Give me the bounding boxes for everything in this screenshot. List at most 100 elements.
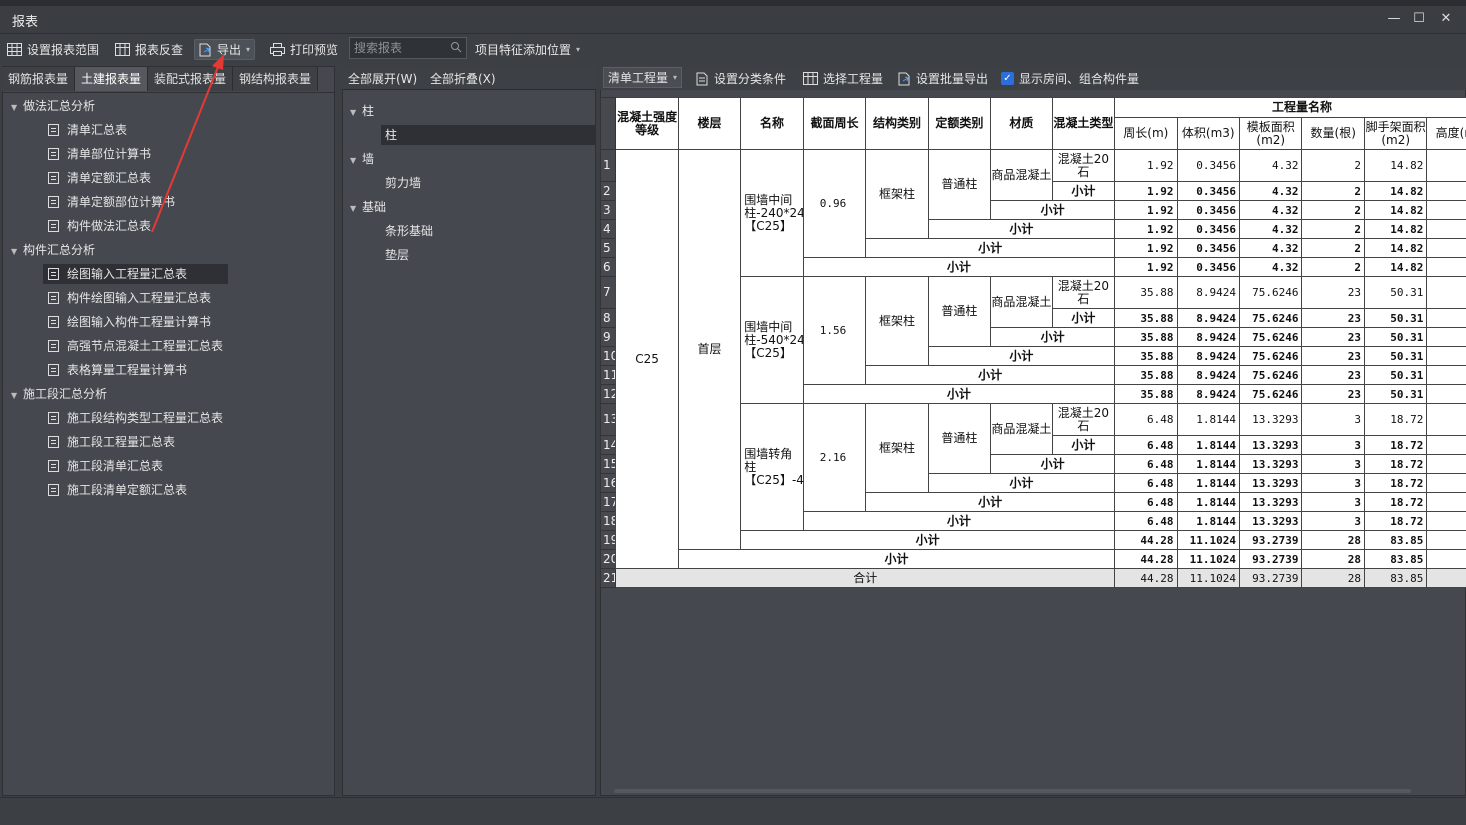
search-input[interactable]: 搜索报表 bbox=[349, 37, 467, 59]
mid-item-selected[interactable]: 柱 bbox=[381, 125, 595, 145]
expand-arrow-icon: ▼ bbox=[350, 204, 357, 213]
tree-item[interactable]: 构件做法汇总表 bbox=[48, 216, 151, 236]
set-range-button[interactable]: 设置报表范围 bbox=[7, 39, 99, 60]
tree-item-label: 高强节点混凝土工程量汇总表 bbox=[67, 339, 224, 353]
collapse-all-button[interactable]: 全部折叠(X) bbox=[430, 70, 496, 87]
col-header-struct: 结构类别 bbox=[865, 97, 929, 150]
quantity-cell: 35.88 bbox=[1114, 327, 1178, 347]
quantity-cell: 83.85 bbox=[1363, 549, 1428, 569]
row-number: 20 bbox=[600, 549, 617, 569]
batch-export-label: 设置批量导出 bbox=[916, 72, 989, 86]
tree-item[interactable]: 施工段清单汇总表 bbox=[48, 456, 163, 476]
minimize-button[interactable]: — bbox=[1384, 10, 1404, 30]
col-header-material: 材质 bbox=[990, 97, 1053, 150]
perimeter-cell: 2.16 bbox=[802, 403, 867, 512]
tree-item[interactable]: 施工段清单定额汇总表 bbox=[48, 480, 187, 500]
table-row[interactable]: 20 小计44.2811.102493.27392883.8584 bbox=[600, 549, 1466, 569]
quantity-cell: 44.28 bbox=[1114, 568, 1178, 588]
tab-steel-report[interactable]: 钢结构报表量 bbox=[233, 67, 319, 91]
quantity-cell: 0.3456 bbox=[1176, 257, 1241, 277]
tree-item[interactable]: 构件绘图输入工程量汇总表 bbox=[48, 288, 211, 308]
quantity-cell: 8.9424 bbox=[1176, 308, 1241, 328]
tree-item-selected[interactable]: 绘图输入工程量汇总表 bbox=[43, 264, 228, 284]
tab-civil-report[interactable]: 土建报表量 bbox=[75, 67, 149, 91]
tree-group-section[interactable]: ▼ 施工段汇总分析 bbox=[11, 384, 107, 404]
tree-item[interactable]: 施工段工程量汇总表 bbox=[48, 432, 175, 452]
set-category-button[interactable]: 设置分类条件 bbox=[696, 68, 786, 89]
tree-item-label: 表格算量工程量计算书 bbox=[67, 363, 188, 377]
row-number: 4 bbox=[600, 219, 617, 239]
batch-export-button[interactable]: 设置批量导出 bbox=[898, 68, 988, 89]
quantity-cell: 84 bbox=[1426, 568, 1466, 588]
row-number: 5 bbox=[600, 238, 617, 258]
subtotal-label: 小计 bbox=[927, 346, 1116, 366]
quantity-cell: 0.3456 bbox=[1176, 149, 1241, 182]
tree-group-component[interactable]: ▼ 构件汇总分析 bbox=[11, 240, 95, 260]
mid-item[interactable]: 垫层 bbox=[385, 245, 409, 265]
quantity-cell: 35.88 bbox=[1114, 346, 1178, 366]
quantity-cell: 1.8144 bbox=[1176, 473, 1241, 493]
component-tree-toolbar: 全部展开(W) 全部折叠(X) bbox=[342, 66, 596, 90]
struct-type-cell: 框架柱 bbox=[865, 276, 929, 366]
quantity-cell: 69 bbox=[1426, 346, 1466, 366]
subtotal-label: 小计 bbox=[990, 454, 1116, 474]
tree-item[interactable]: 清单汇总表 bbox=[48, 120, 127, 140]
expand-all-button[interactable]: 全部展开(W) bbox=[348, 70, 417, 87]
tree-item-label: 清单汇总表 bbox=[67, 123, 128, 137]
tree-item[interactable]: 施工段结构类型工程量汇总表 bbox=[48, 408, 223, 428]
tree-item[interactable]: 清单部位计算书 bbox=[48, 144, 151, 164]
mid-group-foundation[interactable]: ▼ 基础 bbox=[350, 197, 386, 217]
set-range-label: 设置报表范围 bbox=[27, 43, 100, 57]
select-quantity-button[interactable]: 选择工程量 bbox=[803, 68, 883, 89]
quantity-type-dropdown[interactable]: 清单工程量 ▾ bbox=[603, 67, 683, 88]
maximize-button[interactable]: ☐ bbox=[1409, 10, 1429, 30]
quantity-cell: 14.82 bbox=[1363, 200, 1428, 220]
quantity-cell: 35.88 bbox=[1114, 308, 1178, 328]
mid-group-wall[interactable]: ▼ 墙 bbox=[350, 149, 374, 169]
export-button[interactable]: 导出 ▾ bbox=[194, 39, 256, 60]
tab-prefab-report[interactable]: 装配式报表量 bbox=[148, 67, 234, 91]
tree-item[interactable]: 清单定额部位计算书 bbox=[48, 192, 175, 212]
quantity-cell: 2 bbox=[1301, 200, 1365, 220]
tree-item[interactable]: 绘图输入构件工程量计算书 bbox=[48, 312, 211, 332]
quantity-cell: 23 bbox=[1301, 327, 1365, 347]
tree-item[interactable]: 清单定额汇总表 bbox=[48, 168, 151, 188]
export-icon bbox=[199, 43, 211, 56]
quantity-cell: 6.48 bbox=[1114, 454, 1178, 474]
tree-item[interactable]: 表格算量工程量计算书 bbox=[48, 360, 187, 380]
status-bar bbox=[0, 797, 1466, 825]
export-label: 导出 bbox=[217, 43, 242, 57]
mid-group-column[interactable]: ▼ 柱 bbox=[350, 101, 374, 121]
mid-item[interactable]: 条形基础 bbox=[385, 221, 433, 241]
quantity-cell: 18.72 bbox=[1363, 492, 1428, 512]
table-row[interactable]: 21合计44.2811.102493.27392883.8584 bbox=[600, 568, 1466, 588]
quantity-cell: 3 bbox=[1301, 511, 1365, 531]
subtotal-label: 小计 bbox=[740, 530, 1116, 550]
chevron-down-icon: ▾ bbox=[673, 73, 678, 82]
row-number: 11 bbox=[600, 365, 617, 385]
subtotal-label: 小计 bbox=[927, 219, 1116, 239]
quantity-cell: 8.9424 bbox=[1176, 384, 1241, 404]
quantity-cell: 6 bbox=[1426, 181, 1466, 201]
quantity-cell: 3 bbox=[1301, 492, 1365, 512]
report-doc-icon bbox=[48, 195, 59, 208]
quantity-cell: 23 bbox=[1301, 276, 1365, 309]
print-preview-button[interactable]: 打印预览 bbox=[270, 39, 338, 60]
tree-group-practice[interactable]: ▼ 做法汇总分析 bbox=[11, 96, 95, 116]
horizontal-scrollbar[interactable] bbox=[614, 789, 1411, 793]
tree-item[interactable]: 高强节点混凝土工程量汇总表 bbox=[48, 336, 223, 356]
close-button[interactable]: ✕ bbox=[1436, 10, 1456, 30]
quantity-cell: 0.3456 bbox=[1176, 200, 1241, 220]
mid-group-label: 基础 bbox=[362, 200, 387, 214]
quantity-cell: 2 bbox=[1301, 257, 1365, 277]
table-row[interactable]: 1C25首层围墙中间柱-240*240【C25】0.96框架柱普通柱商品混凝土混… bbox=[600, 149, 1466, 569]
show-rooms-checkbox[interactable]: ✓ 显示房间、组合构件量 bbox=[1001, 68, 1139, 89]
mid-item[interactable]: 剪力墙 bbox=[385, 173, 421, 193]
report-doc-icon bbox=[48, 315, 59, 328]
feature-position-dropdown[interactable]: 项目特征添加位置 ▾ bbox=[475, 39, 580, 60]
corner-cell bbox=[600, 97, 617, 150]
tree-item-label: 施工段结构类型工程量汇总表 bbox=[67, 411, 224, 425]
tab-rebar-report[interactable]: 钢筋报表量 bbox=[2, 67, 76, 91]
reverse-check-button[interactable]: 报表反查 bbox=[115, 39, 183, 60]
quantity-cell: 11.1024 bbox=[1176, 549, 1241, 569]
